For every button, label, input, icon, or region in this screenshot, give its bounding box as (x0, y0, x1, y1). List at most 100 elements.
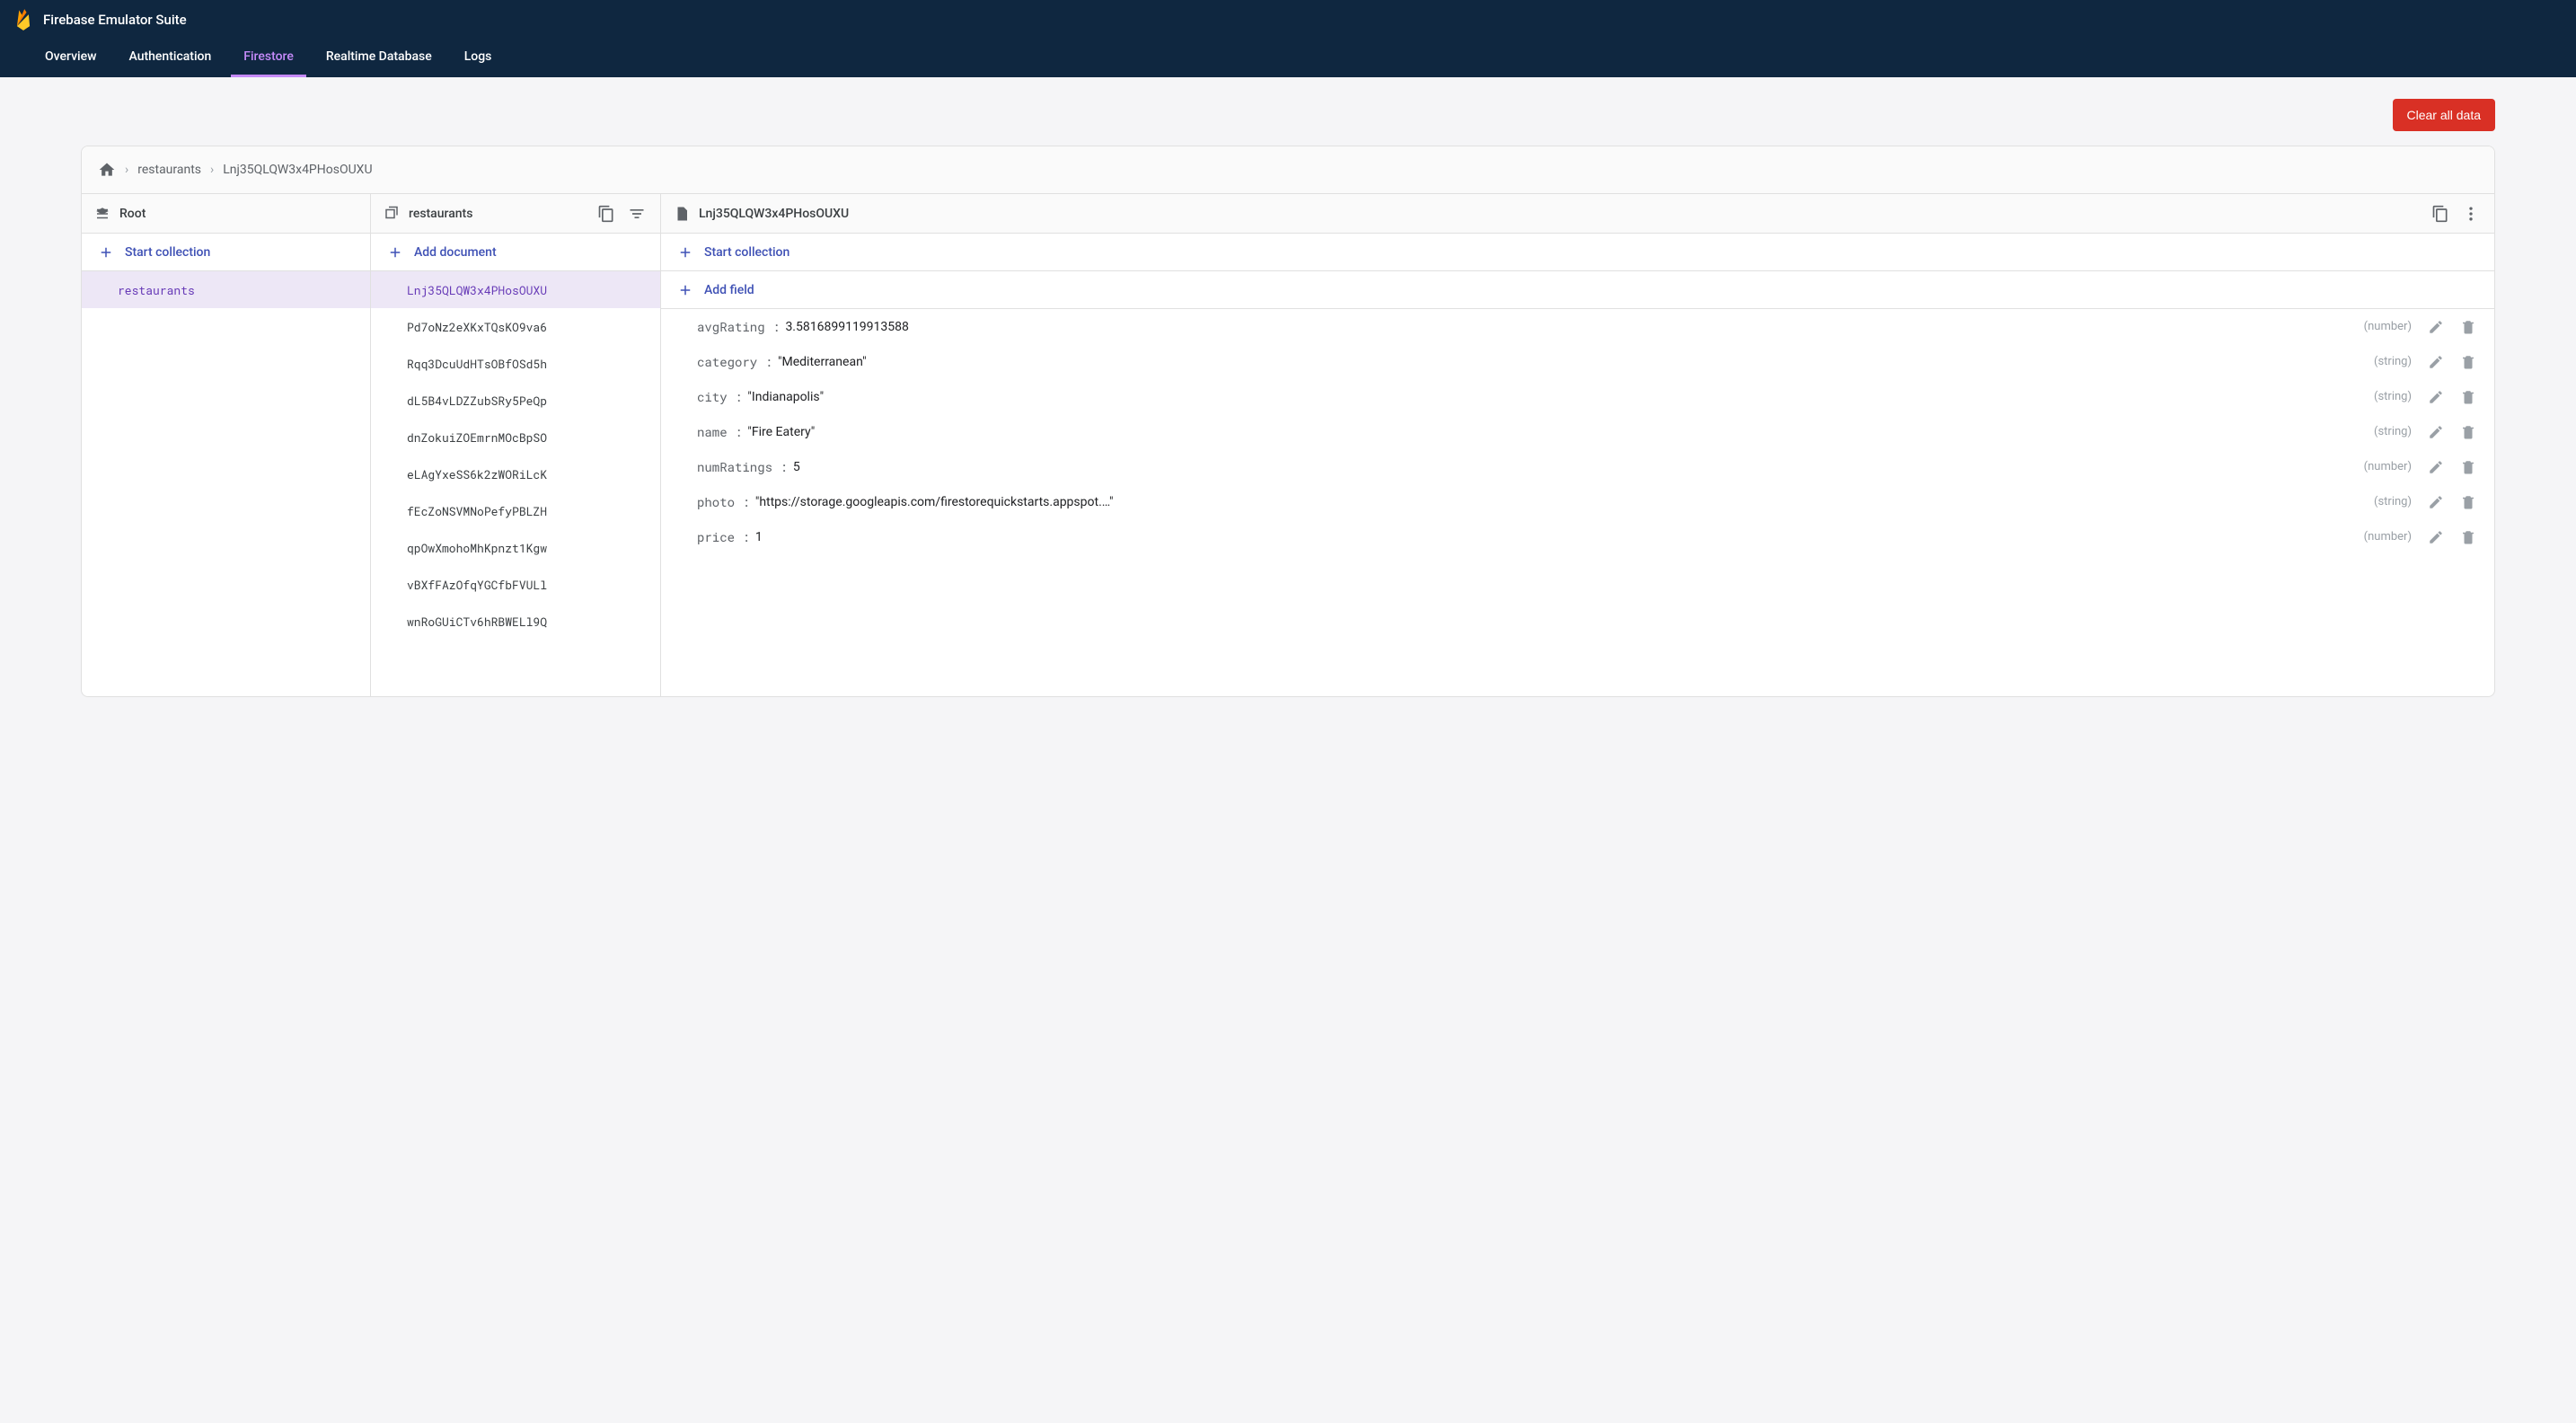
delete-icon[interactable] (2460, 459, 2476, 475)
field-value: 1 (755, 530, 2359, 544)
delete-icon[interactable] (2460, 424, 2476, 440)
firebase-logo-icon (14, 8, 32, 31)
delete-icon[interactable] (2460, 389, 2476, 405)
breadcrumb-collection[interactable]: restaurants (137, 163, 201, 177)
chevron-right-icon: › (210, 163, 214, 177)
edit-icon[interactable] (2428, 494, 2444, 510)
field-value: "Indianapolis" (747, 390, 2369, 404)
field-value: 3.5816899119913588 (785, 320, 2358, 334)
add-field-button[interactable]: Add field (661, 271, 2494, 309)
edit-icon[interactable] (2428, 459, 2444, 475)
field-actions (2428, 459, 2476, 475)
field-value: "Fire Eatery" (747, 425, 2369, 439)
add-document-label: Add document (414, 245, 497, 260)
plus-icon (677, 282, 693, 298)
document-item[interactable]: wnRoGUiCTv6hRBWELl9Q (371, 603, 660, 640)
field-type: (string) (2374, 355, 2412, 368)
tab-authentication[interactable]: Authentication (116, 39, 224, 77)
field-row: numRatings :5(number) (661, 449, 2494, 484)
edit-icon[interactable] (2428, 389, 2444, 405)
copy-icon[interactable] (595, 203, 617, 225)
app-header: Firebase Emulator Suite (0, 0, 2576, 39)
tab-logs[interactable]: Logs (452, 39, 505, 77)
delete-icon[interactable] (2460, 494, 2476, 510)
document-list: Lnj35QLQW3x4PHosOUXU Pd7oNz2eXKxTQsKO9va… (371, 271, 660, 640)
field-type: (string) (2374, 495, 2412, 508)
filter-icon[interactable] (626, 203, 648, 225)
delete-icon[interactable] (2460, 319, 2476, 335)
more-vert-icon[interactable] (2460, 203, 2482, 225)
column-root: Root Start collection restaurants (82, 194, 371, 696)
column-root-header: Root (82, 194, 370, 234)
document-item[interactable]: dnZokuiZOEmrnMOcBpSO (371, 419, 660, 455)
start-collection-label: Start collection (125, 245, 210, 260)
field-value: "https://storage.googleapis.com/firestor… (755, 495, 2369, 509)
column-collection-header: restaurants (371, 194, 660, 234)
field-row: name : "Fire Eatery" (string) (661, 414, 2494, 449)
column-document: Lnj35QLQW3x4PHosOUXU Start collection Ad… (661, 194, 2494, 696)
column-collection: restaurants Add document Lnj35QLQW3x4PHo… (371, 194, 661, 696)
column-document-header: Lnj35QLQW3x4PHosOUXU (661, 194, 2494, 234)
plus-icon (387, 244, 403, 261)
copy-icon[interactable] (2430, 203, 2451, 225)
field-value: "Mediterranean" (778, 355, 2369, 369)
logo-wrap: Firebase Emulator Suite (14, 8, 187, 31)
chevron-right-icon: › (125, 163, 128, 177)
start-collection-button[interactable]: Start collection (661, 234, 2494, 271)
field-key: avgRating : (697, 318, 780, 335)
delete-icon[interactable] (2460, 529, 2476, 545)
field-key: name : (697, 423, 742, 440)
field-type: (string) (2374, 390, 2412, 403)
field-actions (2428, 494, 2476, 510)
breadcrumb-document[interactable]: Lnj35QLQW3x4PHosOUXU (223, 163, 372, 177)
field-actions (2428, 389, 2476, 405)
delete-icon[interactable] (2460, 354, 2476, 370)
field-actions (2428, 529, 2476, 545)
field-type: (number) (2364, 320, 2412, 333)
edit-icon[interactable] (2428, 424, 2444, 440)
columns: Root Start collection restaurants restau… (82, 193, 2494, 696)
document-icon (674, 206, 690, 222)
document-item[interactable]: vBXfFAzOfqYGCfbFVULl (371, 566, 660, 603)
tab-realtime-database[interactable]: Realtime Database (313, 39, 445, 77)
root-collection-list: restaurants (82, 271, 370, 308)
field-row: category :"Mediterranean"(string) (661, 344, 2494, 379)
field-row: price :1(number) (661, 519, 2494, 554)
start-collection-label: Start collection (704, 245, 790, 260)
clear-all-data-button[interactable]: Clear all data (2393, 99, 2496, 131)
add-document-button[interactable]: Add document (371, 234, 660, 271)
edit-icon[interactable] (2428, 354, 2444, 370)
document-item[interactable]: Lnj35QLQW3x4PHosOUXU (371, 271, 660, 308)
field-key: price : (697, 528, 750, 545)
tab-overview[interactable]: Overview (32, 39, 109, 77)
add-field-label: Add field (704, 283, 754, 297)
app-title: Firebase Emulator Suite (43, 12, 187, 28)
start-collection-button[interactable]: Start collection (82, 234, 370, 271)
field-key: photo : (697, 493, 750, 510)
document-item[interactable]: qpOwXmohoMhKpnzt1Kgw (371, 529, 660, 566)
database-icon (94, 206, 110, 222)
nav-tabs: Overview Authentication Firestore Realti… (0, 39, 2576, 77)
edit-icon[interactable] (2428, 319, 2444, 335)
field-actions (2428, 424, 2476, 440)
collection-icon (384, 206, 400, 222)
field-type: (string) (2374, 425, 2412, 438)
column-collection-title: restaurants (409, 207, 472, 221)
document-item[interactable]: Rqq3DcuUdHTsOBfOSd5h (371, 345, 660, 382)
edit-icon[interactable] (2428, 529, 2444, 545)
plus-icon (98, 244, 114, 261)
document-item[interactable]: dL5B4vLDZZubSRy5PeQp (371, 382, 660, 419)
field-value: 5 (793, 460, 2359, 474)
document-item[interactable]: fEcZoNSVMNoPefyPBLZH (371, 492, 660, 529)
tab-firestore[interactable]: Firestore (231, 39, 306, 77)
breadcrumb: › restaurants › Lnj35QLQW3x4PHosOUXU (82, 146, 2494, 194)
home-icon[interactable] (98, 161, 116, 179)
document-item[interactable]: eLAgYxeSS6k2zWORiLcK (371, 455, 660, 492)
column-root-title: Root (119, 207, 146, 221)
firestore-panel: › restaurants › Lnj35QLQW3x4PHosOUXU Roo… (81, 146, 2495, 697)
collection-item[interactable]: restaurants (82, 271, 370, 308)
field-row: city :"Indianapolis"(string) (661, 379, 2494, 414)
document-item[interactable]: Pd7oNz2eXKxTQsKO9va6 (371, 308, 660, 345)
field-row: avgRating : 3.5816899119913588 (number) (661, 309, 2494, 344)
field-key: numRatings : (697, 458, 788, 475)
